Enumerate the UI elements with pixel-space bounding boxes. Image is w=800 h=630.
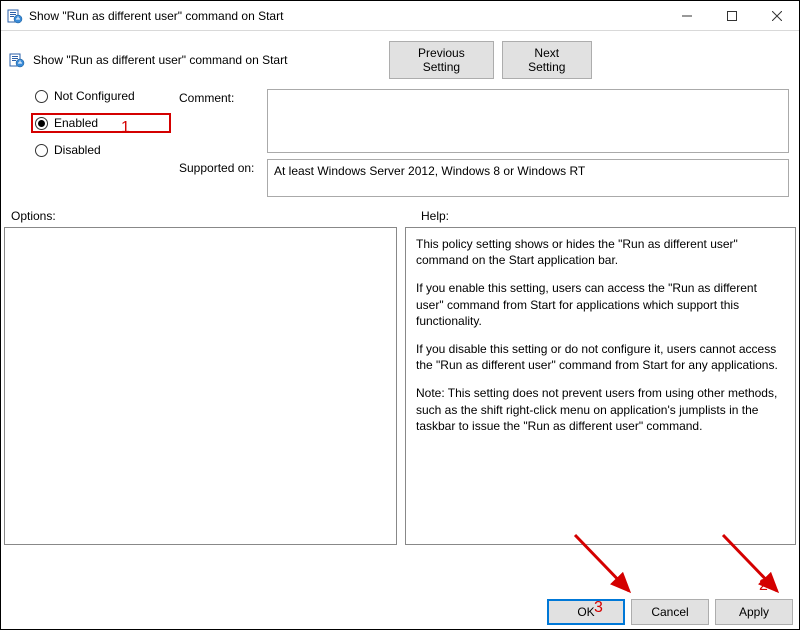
supported-on-label: Supported on:	[179, 159, 259, 175]
radio-icon	[35, 90, 48, 103]
options-panel[interactable]	[4, 227, 397, 545]
policy-icon	[7, 8, 23, 24]
panels: This policy setting shows or hides the "…	[1, 225, 799, 545]
radio-label: Disabled	[54, 143, 101, 157]
radio-icon	[35, 117, 48, 130]
apply-button[interactable]: Apply	[715, 599, 793, 625]
minimize-button[interactable]	[664, 1, 709, 30]
comment-field[interactable]	[267, 89, 789, 153]
policy-icon	[9, 52, 25, 68]
cancel-button[interactable]: Cancel	[631, 599, 709, 625]
radio-label: Not Configured	[54, 89, 135, 103]
radio-label: Enabled	[54, 116, 98, 130]
window-controls	[664, 1, 799, 30]
radio-enabled[interactable]: Enabled	[31, 113, 171, 133]
previous-setting-button[interactable]: Previous Setting	[389, 41, 494, 79]
policy-header: Show "Run as different user" command on …	[1, 31, 799, 85]
radio-icon	[35, 144, 48, 157]
title-bar: Show "Run as different user" command on …	[1, 1, 799, 31]
help-paragraph: Note: This setting does not prevent user…	[416, 385, 785, 434]
help-paragraph: If you enable this setting, users can ac…	[416, 280, 785, 329]
annotation-3: 3	[594, 599, 603, 617]
supported-on-value: At least Windows Server 2012, Windows 8 …	[274, 164, 585, 178]
annotation-2: 2	[759, 577, 768, 595]
configuration-area: Not Configured Enabled Disabled Comment:…	[1, 85, 799, 205]
section-labels: Options: Help:	[1, 205, 799, 225]
dialog-buttons: OK Cancel Apply	[7, 593, 793, 625]
supported-on-field: At least Windows Server 2012, Windows 8 …	[267, 159, 789, 197]
radio-disabled[interactable]: Disabled	[35, 143, 171, 157]
comment-label: Comment:	[179, 89, 259, 105]
radio-not-configured[interactable]: Not Configured	[35, 89, 171, 103]
policy-title: Show "Run as different user" command on …	[33, 53, 373, 67]
help-panel[interactable]: This policy setting shows or hides the "…	[405, 227, 796, 545]
window-title: Show "Run as different user" command on …	[29, 9, 664, 23]
help-paragraph: If you disable this setting or do not co…	[416, 341, 785, 373]
help-paragraph: This policy setting shows or hides the "…	[416, 236, 785, 268]
maximize-button[interactable]	[709, 1, 754, 30]
close-button[interactable]	[754, 1, 799, 30]
next-setting-button[interactable]: Next Setting	[502, 41, 592, 79]
options-label: Options:	[11, 209, 421, 223]
state-radios: Not Configured Enabled Disabled	[11, 89, 171, 157]
annotation-1: 1	[121, 119, 130, 137]
help-label: Help:	[421, 209, 789, 223]
ok-button[interactable]: OK	[547, 599, 625, 625]
